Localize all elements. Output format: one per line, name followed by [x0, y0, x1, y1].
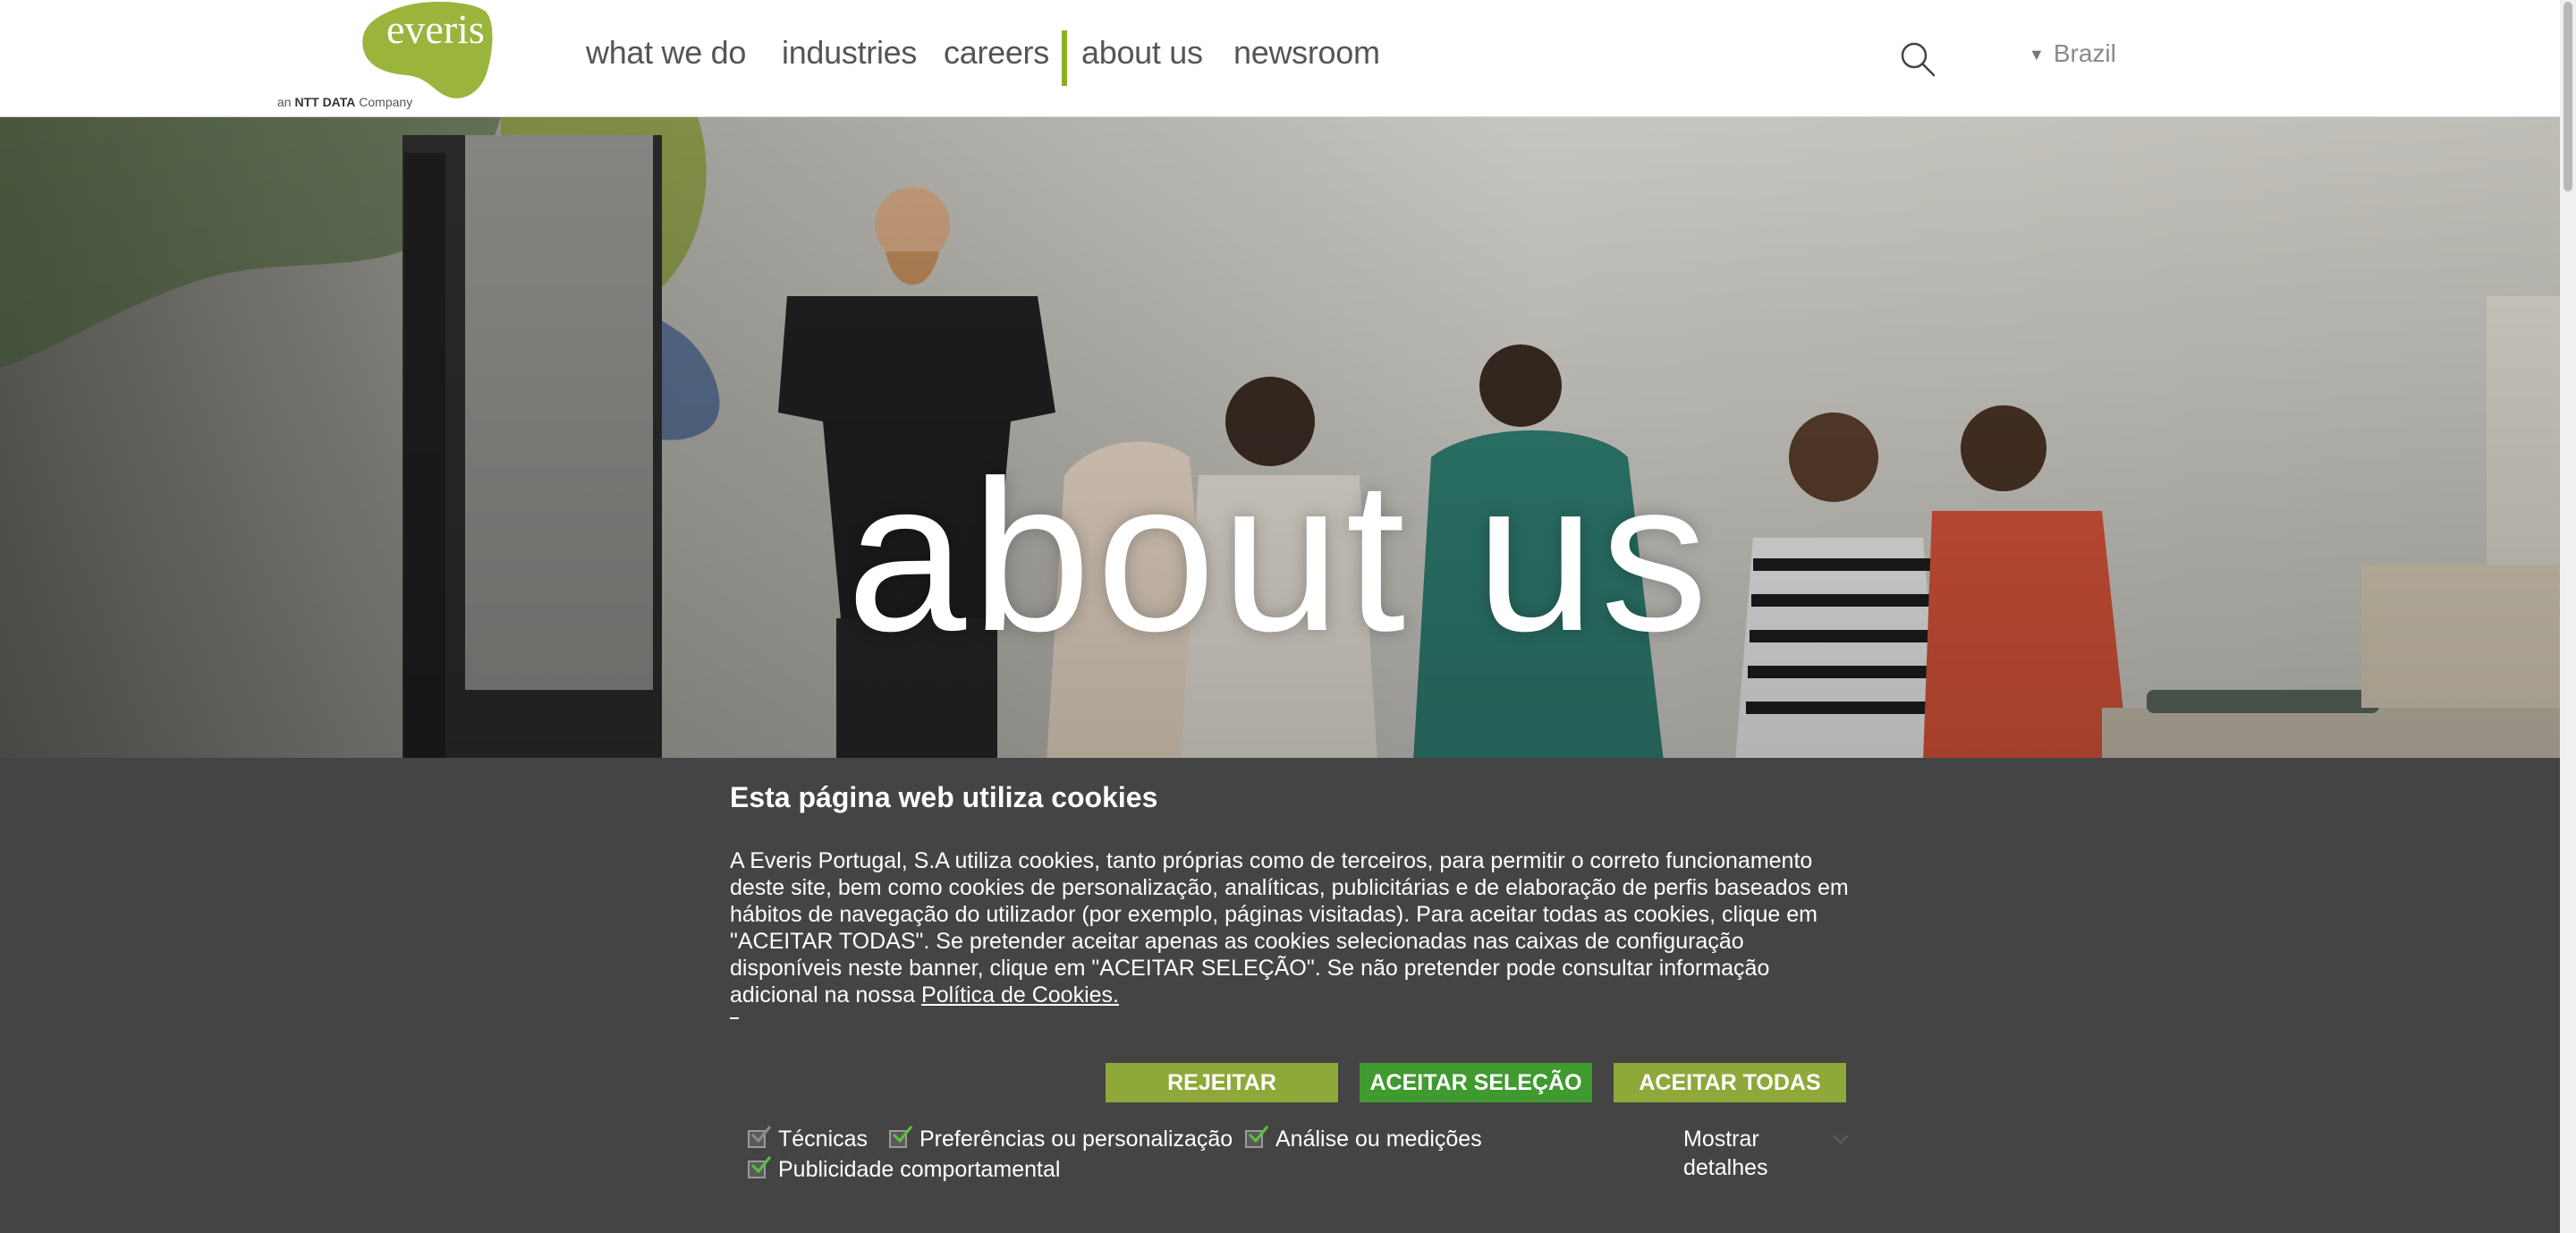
- show-details-toggle[interactable]: Mostrar detalhes: [1683, 1125, 1768, 1182]
- page-scrollbar[interactable]: [2560, 0, 2576, 1233]
- reject-button[interactable]: REJEITAR: [1106, 1063, 1338, 1102]
- option-label: Técnicas: [778, 1127, 869, 1152]
- cookie-title: Esta página web utiliza cookies: [730, 781, 1158, 813]
- check-icon: [892, 1126, 913, 1144]
- nav-industries[interactable]: industries: [782, 34, 917, 72]
- cookie-description: A Everis Portugal, S.A utiliza cookies, …: [730, 847, 1857, 1008]
- cookie-policy-link[interactable]: Política de Cookies.: [921, 982, 1119, 1008]
- cookie-body: A Everis Portugal, S.A utiliza cookies, …: [730, 848, 1849, 1008]
- nav-active-indicator: [1062, 30, 1067, 86]
- check-icon: [750, 1156, 772, 1174]
- scrollbar-thumb[interactable]: [2563, 2, 2572, 191]
- hero-title: about us: [846, 436, 1714, 676]
- tagline-suffix: Company: [359, 95, 413, 109]
- logo-wordmark: everis: [386, 6, 485, 52]
- accept-all-button[interactable]: ACEITAR TODAS: [1614, 1063, 1846, 1102]
- caret-down-icon: ▼: [2029, 46, 2045, 64]
- nav-about-us[interactable]: about us: [1081, 34, 1203, 72]
- accept-selection-button[interactable]: ACEITAR SELEÇÃO: [1360, 1063, 1592, 1102]
- details-label-line1: Mostrar: [1683, 1127, 1759, 1152]
- hero-banner: about us: [0, 117, 2560, 761]
- option-label: Preferências ou personalização: [919, 1127, 1233, 1152]
- check-icon: [750, 1126, 772, 1144]
- option-label: Análise ou medições: [1275, 1127, 1482, 1152]
- tagline-prefix: an: [277, 95, 292, 109]
- site-header: everis an NTT DATA Company what we do in…: [0, 0, 2560, 117]
- option-label: Publicidade comportamental: [778, 1157, 1061, 1182]
- search-icon[interactable]: [1898, 39, 1937, 79]
- logo-tagline: an NTT DATA Company: [277, 95, 412, 109]
- cookie-banner: Esta página web utiliza cookies A Everis…: [0, 758, 2560, 1233]
- nav-careers[interactable]: careers: [944, 34, 1049, 72]
- nav-newsroom[interactable]: newsroom: [1233, 34, 1380, 72]
- everis-logo[interactable]: everis an NTT DATA Company: [277, 2, 501, 113]
- nav-what-we-do[interactable]: what we do: [586, 34, 746, 72]
- country-label: Brazil: [2053, 39, 2116, 67]
- cookie-divider: [730, 1017, 739, 1019]
- details-label-line2: detalhes: [1683, 1155, 1768, 1180]
- country-selector[interactable]: ▼ Brazil: [2029, 39, 2116, 68]
- check-icon: [1248, 1126, 1269, 1144]
- chevron-down-icon[interactable]: [1830, 1128, 1852, 1150]
- tagline-brand: NTT DATA: [294, 95, 356, 109]
